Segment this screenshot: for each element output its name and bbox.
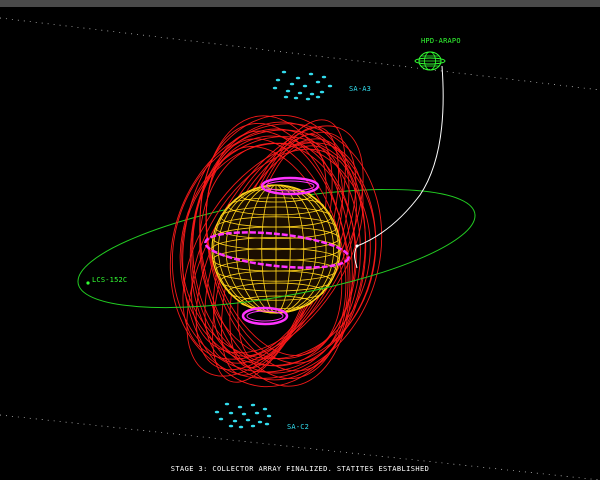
- collector-element-icon[interactable]: [295, 76, 301, 80]
- collector-element-icon[interactable]: [283, 95, 289, 99]
- collector-element-icon[interactable]: [214, 410, 220, 414]
- collector-element-icon[interactable]: [245, 418, 251, 422]
- collector-element-icon[interactable]: [264, 422, 270, 426]
- orbital-marker-label: LCS-152C: [92, 276, 128, 284]
- station-icon[interactable]: [414, 51, 446, 71]
- collector-element-icon[interactable]: [309, 92, 315, 96]
- array-top-label: SA-A3: [349, 85, 372, 93]
- collector-element-icon[interactable]: [315, 95, 321, 99]
- collector-element-icon[interactable]: [308, 72, 314, 76]
- tether-anchor: [355, 244, 359, 248]
- background-track-top: [0, 17, 600, 91]
- collector-element-icon[interactable]: [238, 425, 244, 429]
- collector-element-icon[interactable]: [228, 411, 234, 415]
- collector-element-icon[interactable]: [266, 414, 272, 418]
- collector-element-icon[interactable]: [224, 402, 230, 406]
- collector-element-icon[interactable]: [257, 420, 263, 424]
- collector-array-top[interactable]: [272, 70, 333, 101]
- station-label: HPD-ARAPO: [421, 37, 461, 45]
- collector-element-icon[interactable]: [327, 84, 333, 88]
- collector-element-icon[interactable]: [315, 80, 321, 84]
- collector-element-icon[interactable]: [281, 70, 287, 74]
- collector-element-icon[interactable]: [297, 91, 303, 95]
- collector-element-icon[interactable]: [262, 407, 268, 411]
- array-bottom-label: SA-C2: [287, 423, 310, 431]
- collector-element-icon[interactable]: [305, 97, 311, 101]
- orbital-marker-dot[interactable]: [86, 281, 90, 285]
- collector-element-icon[interactable]: [289, 82, 295, 86]
- collector-element-icon[interactable]: [302, 84, 308, 88]
- collector-element-icon[interactable]: [218, 417, 224, 421]
- collector-element-icon[interactable]: [293, 96, 299, 100]
- collector-element-icon[interactable]: [272, 86, 278, 90]
- collector-element-icon[interactable]: [250, 403, 256, 407]
- collector-element-icon[interactable]: [237, 405, 243, 409]
- collector-element-icon[interactable]: [285, 89, 291, 93]
- collector-element-icon[interactable]: [250, 424, 256, 428]
- collector-array-bottom[interactable]: [214, 402, 272, 429]
- collector-element-icon[interactable]: [228, 424, 234, 428]
- collector-element-icon[interactable]: [241, 412, 247, 416]
- collector-element-icon[interactable]: [321, 75, 327, 79]
- system-scene: [0, 17, 600, 480]
- star-icon: [211, 184, 341, 314]
- collector-element-icon[interactable]: [254, 411, 260, 415]
- status-text: STAGE 3: COLLECTOR ARRAY FINALIZED. STAT…: [170, 465, 430, 473]
- tether-line: [354, 65, 444, 269]
- collector-element-icon[interactable]: [319, 90, 325, 94]
- collector-element-icon[interactable]: [275, 78, 281, 82]
- collector-element-icon[interactable]: [232, 419, 238, 423]
